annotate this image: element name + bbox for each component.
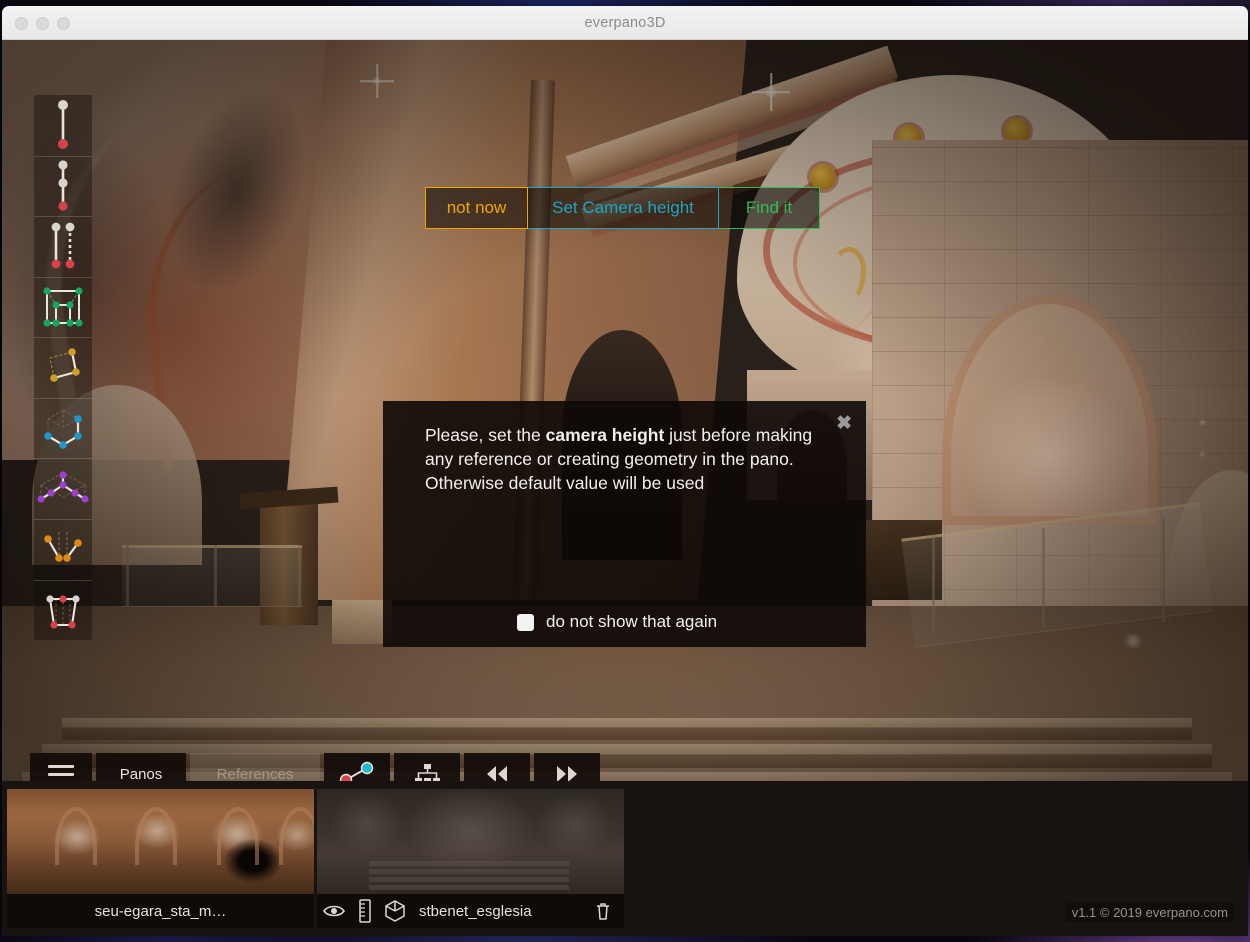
list-item[interactable]: seu-egara_sta_m… [7,789,314,928]
minimize-window-button[interactable] [36,16,49,30]
close-icon[interactable]: ✖ [836,414,852,433]
wall-tool[interactable] [34,276,92,338]
frustum-tool[interactable] [34,579,92,641]
ruler-icon[interactable] [351,899,379,923]
dialog-text-before: Please, set the [425,425,546,445]
pano-name: stbenet_esglesia [419,902,532,920]
find-it-button[interactable]: Find it [719,187,820,229]
box-tool[interactable] [34,397,92,459]
single-line-tool[interactable] [34,95,92,156]
list-item[interactable]: stbenet_esglesia [317,789,624,928]
pano-thumbnail-strip: seu-egara_sta_m… stbenet_esglesia v1.1 ©… [2,781,1248,936]
roof-tool[interactable] [34,458,92,519]
set-camera-height-button[interactable]: Set Camera height [528,187,719,229]
camera-height-dialog: ✖ Please, set the camera height just bef… [383,401,866,647]
not-now-button[interactable]: not now [425,187,528,229]
do-not-show-row: do not show that again [517,612,717,632]
pano-thumbnail-image [7,789,314,894]
window-controls [15,6,70,40]
angle-tool[interactable] [34,518,92,580]
do-not-show-checkbox[interactable] [517,613,534,631]
pano-thumbnail-image [317,789,624,894]
dialog-text-bold: camera height [545,425,665,445]
pano-name: seu-egara_sta_m… [94,902,227,920]
panorama-viewport[interactable]: ✖ Please, set the camera height just bef… [2,40,1248,936]
app-window: everpano3D ✖ Please, set the camera heig… [2,6,1248,936]
zoom-window-button[interactable] [57,16,70,30]
version-label: v1.1 © 2019 everpano.com [1065,903,1234,922]
double-line-tool[interactable] [34,155,92,217]
eye-icon[interactable] [317,904,351,918]
geometry-tool-rail [34,95,92,640]
pano-thumbnail-bar: seu-egara_sta_m… [7,894,314,928]
parallel-lines-tool[interactable] [34,216,92,277]
dialog-message: Please, set the camera height just befor… [425,423,820,495]
plane-tool[interactable] [34,337,92,398]
window-title: everpano3D [584,14,666,31]
trash-icon[interactable] [582,901,624,921]
pano-thumbnail-bar: stbenet_esglesia [317,894,624,928]
close-window-button[interactable] [15,16,28,30]
cube-icon[interactable] [379,899,411,923]
window-titlebar: everpano3D [2,6,1248,40]
do-not-show-label: do not show that again [546,612,718,631]
dialog-button-group: not now Set Camera height Find it [425,187,820,229]
